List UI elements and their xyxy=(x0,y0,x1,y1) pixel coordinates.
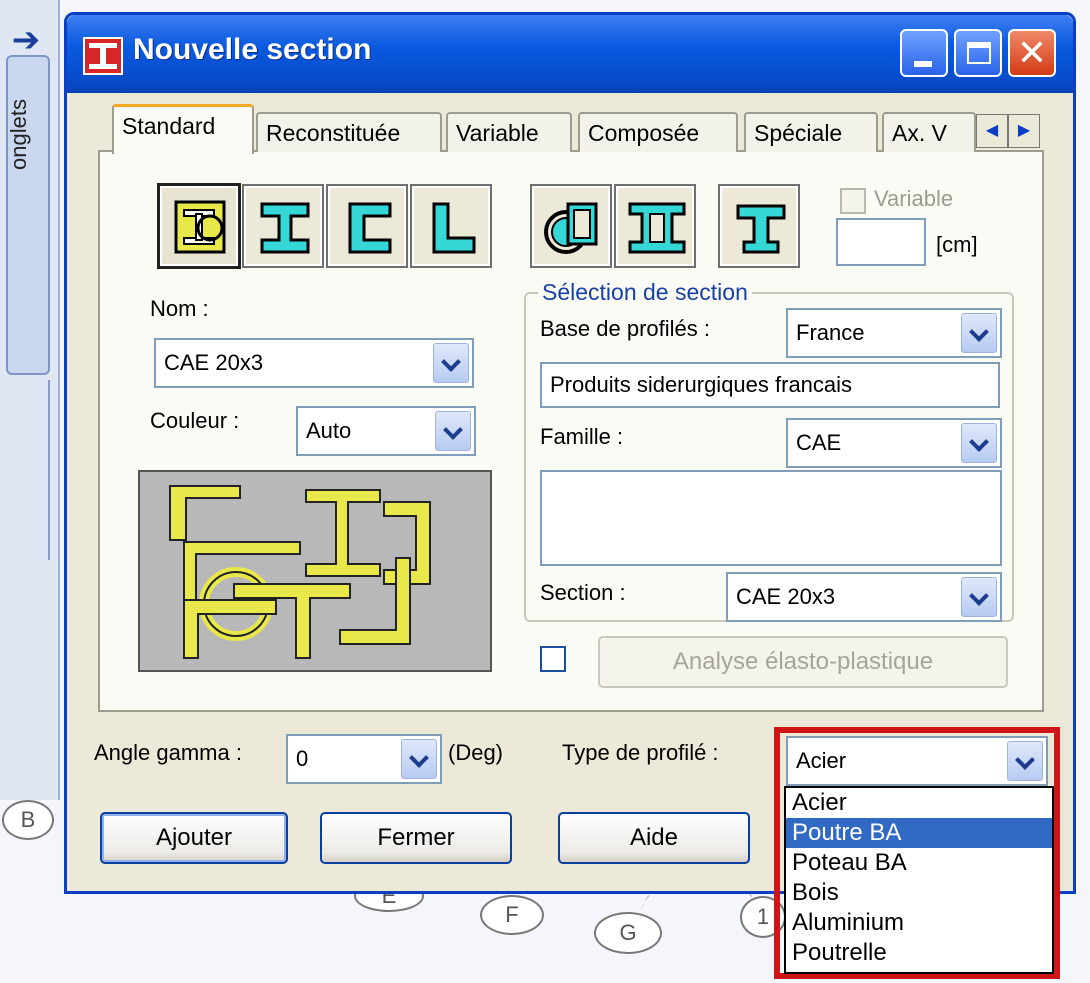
couleur-label: Couleur : xyxy=(150,408,240,433)
i-beam-icon[interactable] xyxy=(242,184,324,268)
grid-marker: F xyxy=(480,895,544,935)
tab-composee[interactable]: Composée xyxy=(578,112,738,152)
minimize-button[interactable] xyxy=(900,29,948,77)
option-poutre-ba[interactable]: Poutre BA xyxy=(786,818,1052,848)
tab-scroll-right-icon[interactable]: ▶ xyxy=(1008,114,1040,148)
angle-gamma-label: Angle gamma : xyxy=(94,740,242,765)
onglets-tab-label: onglets xyxy=(6,99,31,170)
grid-marker: B xyxy=(2,800,54,840)
base-profiles-value: France xyxy=(796,320,865,345)
chevron-down-icon[interactable] xyxy=(961,313,997,353)
base-profiles-dropdown[interactable]: France xyxy=(786,308,1002,358)
section-preview xyxy=(138,470,492,672)
famille-value: CAE xyxy=(796,430,842,455)
type-profile-label: Type de profilé : xyxy=(562,740,719,765)
selection-group-title: Sélection de section xyxy=(538,279,752,306)
tee-icon[interactable] xyxy=(718,184,800,268)
fermer-button[interactable]: Fermer xyxy=(320,812,512,864)
option-bois[interactable]: Bois xyxy=(786,878,1052,908)
chevron-down-icon[interactable] xyxy=(961,423,997,463)
nom-dropdown[interactable]: CAE 20x3 xyxy=(154,338,474,388)
angle-gamma-value: 0 xyxy=(296,746,309,771)
tab-reconstituee[interactable]: Reconstituée xyxy=(256,112,442,152)
chevron-down-icon[interactable] xyxy=(961,577,997,617)
analyse-elasto-plastique-button[interactable]: Analyse élasto-plastique xyxy=(598,636,1008,688)
variable-unit-label: [cm] xyxy=(936,232,978,257)
tab-ax[interactable]: Ax. V xyxy=(882,112,976,152)
section-value: CAE 20x3 xyxy=(736,584,836,609)
close-icon: ✕ xyxy=(1016,32,1048,73)
variable-value-input[interactable] xyxy=(836,218,926,266)
tab-speciale[interactable]: Spéciale xyxy=(744,112,878,152)
title-bar[interactable]: Nouvelle section ✕ xyxy=(67,15,1073,93)
tab-scroll-left-icon[interactable]: ◀ xyxy=(976,114,1008,148)
window-title: Nouvelle section xyxy=(133,33,372,66)
aide-button[interactable]: Aide xyxy=(558,812,750,864)
tab-standard[interactable]: Standard xyxy=(112,104,254,154)
angle-unit-label: (Deg) xyxy=(448,740,504,765)
chevron-down-icon[interactable] xyxy=(433,343,469,383)
famille-dropdown[interactable]: CAE xyxy=(786,418,1002,468)
side-panel: ➔ onglets xyxy=(0,0,60,800)
angle-gamma-dropdown[interactable]: 0 xyxy=(286,734,442,784)
variable-label: Variable xyxy=(874,186,954,211)
combined-section-icon[interactable] xyxy=(157,183,241,269)
chevron-down-icon[interactable] xyxy=(435,411,471,451)
section-dropdown[interactable]: CAE 20x3 xyxy=(726,572,1002,622)
base-profiles-label: Base de profilés : xyxy=(540,316,710,341)
famille-list[interactable] xyxy=(540,470,1002,566)
section-label: Section : xyxy=(540,580,626,605)
analyse-checkbox[interactable] xyxy=(540,646,566,672)
chevron-down-icon[interactable] xyxy=(401,739,437,779)
ajouter-button[interactable]: Ajouter xyxy=(100,812,288,864)
maximize-icon xyxy=(967,42,991,64)
type-profile-options[interactable]: Acier Poutre BA Poteau BA Bois Aluminium… xyxy=(784,786,1054,974)
channel-icon[interactable] xyxy=(326,184,408,268)
couleur-dropdown[interactable]: Auto xyxy=(296,406,476,456)
tab-variable[interactable]: Variable xyxy=(446,112,572,152)
tube-icon[interactable] xyxy=(530,184,612,268)
double-channel-icon[interactable] xyxy=(614,184,696,268)
angle-icon[interactable] xyxy=(410,184,492,268)
option-poteau-ba[interactable]: Poteau BA xyxy=(786,848,1052,878)
base-description-field[interactable]: Produits siderurgiques francais xyxy=(540,362,1000,408)
option-poutrelle[interactable]: Poutrelle xyxy=(786,938,1052,968)
minimize-icon xyxy=(914,61,932,67)
nom-label: Nom : xyxy=(150,296,209,321)
app-icon xyxy=(83,37,123,75)
famille-label: Famille : xyxy=(540,424,624,449)
variable-checkbox[interactable] xyxy=(840,188,866,214)
close-button[interactable]: ✕ xyxy=(1008,29,1056,77)
couleur-value: Auto xyxy=(306,418,352,443)
nom-value: CAE 20x3 xyxy=(164,350,264,375)
option-aluminium[interactable]: Aluminium xyxy=(786,908,1052,938)
back-arrow-icon[interactable]: ➔ xyxy=(8,22,44,58)
divider xyxy=(48,380,56,560)
maximize-button[interactable] xyxy=(954,29,1002,77)
option-acier[interactable]: Acier xyxy=(786,788,1052,818)
